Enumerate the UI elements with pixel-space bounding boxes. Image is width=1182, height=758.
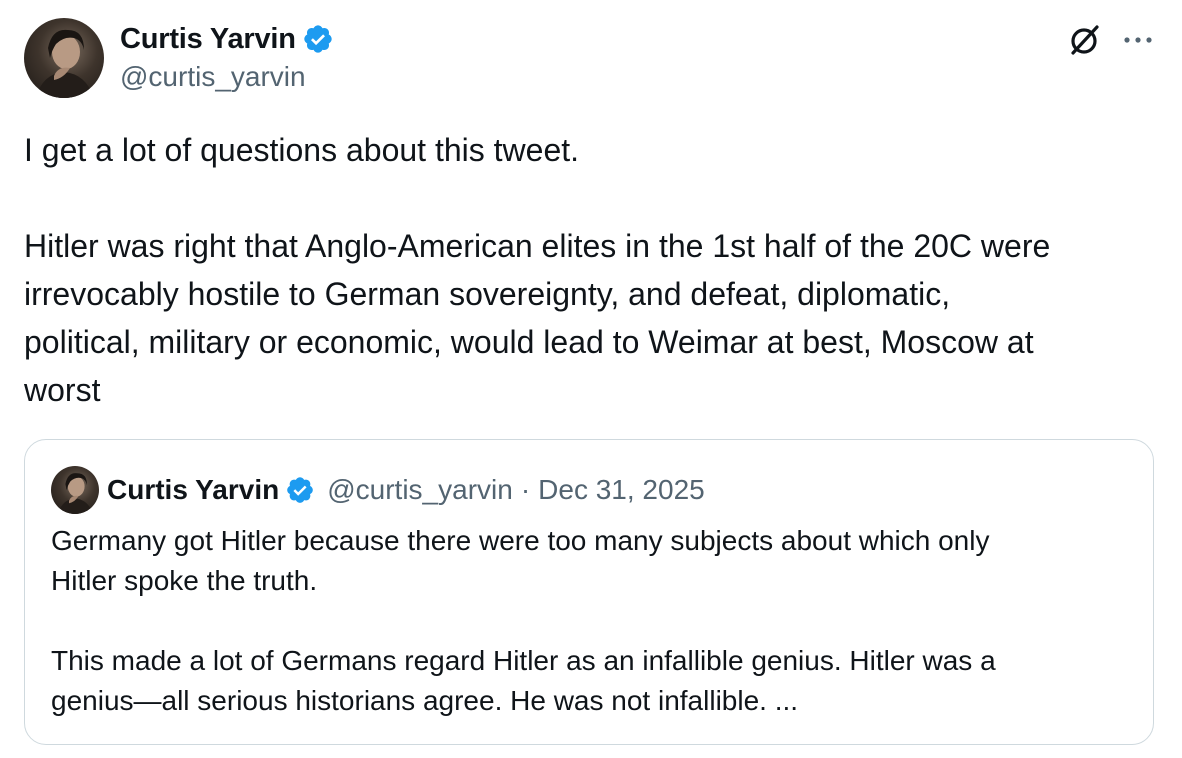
verified-badge-icon [287,477,314,503]
quoted-author-avatar[interactable] [51,466,99,514]
quoted-author-name[interactable]: Curtis Yarvin [107,474,279,506]
tweet-text: I get a lot of questions about this twee… [24,132,1051,408]
quoted-tweet-text: Germany got Hitler because there were to… [51,525,996,716]
quoted-tweet-date[interactable]: Dec 31, 2025 [538,474,705,506]
author-display-name[interactable]: Curtis Yarvin [120,23,296,56]
meta-separator: · [520,474,531,505]
quoted-author-handle[interactable]: @curtis_yarvin [327,474,513,506]
more-options-icon[interactable] [1118,26,1158,54]
author-handle[interactable]: @curtis_yarvin [120,61,306,93]
quoted-tweet-header: Curtis Yarvin @curtis_yarvin · Dec 31, 2… [107,470,705,510]
author-avatar[interactable] [24,18,104,98]
profile-photo-icon [36,29,94,98]
profile-photo-icon [58,473,93,514]
verified-badge-icon [304,25,332,53]
grok-icon[interactable] [1066,22,1102,58]
quoted-tweet-card[interactable]: Curtis Yarvin @curtis_yarvin · Dec 31, 2… [24,439,1154,745]
